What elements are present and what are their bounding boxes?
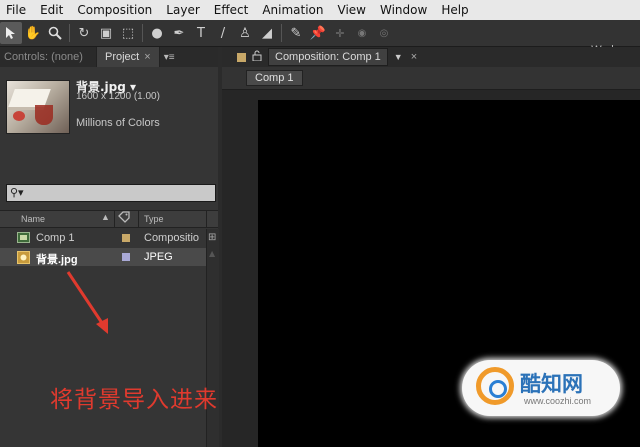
menu-help[interactable]: Help bbox=[435, 3, 476, 17]
project-item-name: Comp 1 bbox=[36, 232, 75, 244]
project-column-headers: Name ▲ Type bbox=[0, 210, 218, 228]
menu-view[interactable]: View bbox=[332, 3, 374, 17]
column-divider[interactable] bbox=[206, 211, 207, 227]
project-search-input[interactable]: ⚲▾ bbox=[6, 184, 216, 202]
project-item-name: 背景.jpg bbox=[36, 254, 78, 266]
puppet-pin-tool-icon[interactable]: 📌 bbox=[307, 22, 329, 44]
annotation-text: 将背景导入进来 bbox=[50, 387, 218, 413]
panel-menu-icon[interactable]: ▾≡ bbox=[164, 52, 175, 63]
menu-layer[interactable]: Layer bbox=[160, 3, 207, 17]
composition-label-swatch bbox=[237, 52, 246, 62]
column-divider[interactable] bbox=[138, 211, 139, 227]
eraser-tool-icon[interactable]: ◢ bbox=[256, 22, 278, 44]
camera-tool-icon[interactable]: ▣ bbox=[95, 22, 117, 44]
column-type[interactable]: Type bbox=[144, 214, 164, 224]
footage-icon bbox=[17, 251, 30, 264]
search-icon[interactable]: ⚲▾ bbox=[10, 186, 24, 199]
column-name[interactable]: Name bbox=[21, 214, 45, 224]
flowchart-icon[interactable]: ⊞ bbox=[208, 232, 216, 243]
composition-dropdown-icon[interactable]: ▼ bbox=[394, 52, 403, 62]
scroll-up-arrow-icon[interactable]: ▲ bbox=[209, 249, 215, 258]
mask-tool-icon[interactable]: ● bbox=[146, 22, 168, 44]
menu-animation[interactable]: Animation bbox=[256, 3, 331, 17]
watermark-url: www.coozhi.com bbox=[524, 396, 592, 406]
label-column-icon[interactable] bbox=[118, 211, 130, 226]
toolbar-divider bbox=[281, 24, 282, 42]
menu-composition[interactable]: Composition bbox=[71, 3, 160, 17]
watermark-logo-inner bbox=[489, 380, 507, 398]
zoom-tool-icon[interactable] bbox=[44, 22, 66, 44]
menu-window[interactable]: Window bbox=[374, 3, 435, 17]
pan-behind-tool-icon[interactable]: ⬚ bbox=[117, 22, 139, 44]
sort-ascending-icon[interactable]: ▲ bbox=[101, 212, 110, 222]
tab-project[interactable]: Project × bbox=[96, 47, 160, 67]
project-scrollbar[interactable]: ⊞ ▲ bbox=[206, 229, 219, 447]
toolbar-divider bbox=[142, 24, 143, 42]
clone-stamp-tool-icon[interactable]: ♙ bbox=[234, 22, 256, 44]
pen-tool-icon[interactable]: ✒ bbox=[168, 22, 190, 44]
tools-toolbar: ✋ ↻ ▣ ⬚ ● ✒ T / ♙ ◢ ✎ 📌 ✛ ◉ ◎ Workspac bbox=[0, 20, 640, 56]
project-item-type: Compositio bbox=[144, 232, 200, 244]
roto-brush-tool-icon[interactable]: ✎ bbox=[285, 22, 307, 44]
project-item-type: JPEG bbox=[144, 251, 173, 263]
tab-project-label: Project bbox=[105, 51, 140, 63]
column-divider[interactable] bbox=[114, 211, 115, 227]
menu-bar: File Edit Composition Layer Effect Anima… bbox=[0, 0, 640, 20]
selection-tool-icon[interactable] bbox=[0, 22, 22, 44]
project-item-row[interactable]: 背景.jpg JPEG bbox=[0, 248, 206, 266]
view-axis-icon[interactable]: ◎ bbox=[373, 22, 395, 44]
lock-icon[interactable] bbox=[252, 50, 262, 64]
project-item-row[interactable]: Comp 1 Compositio bbox=[0, 229, 206, 247]
menu-file[interactable]: File bbox=[0, 3, 34, 17]
preview-color-depth: Millions of Colors bbox=[76, 117, 160, 129]
preview-dimensions: 1600 x 1200 (1.00) bbox=[76, 91, 160, 102]
text-tool-icon[interactable]: T bbox=[190, 22, 212, 44]
close-icon[interactable]: × bbox=[144, 51, 150, 63]
hand-tool-icon[interactable]: ✋ bbox=[22, 22, 44, 44]
brush-tool-icon[interactable]: / bbox=[212, 22, 234, 44]
close-icon[interactable]: × bbox=[411, 51, 417, 63]
watermark-badge: 酷知网 www.coozhi.com bbox=[462, 360, 620, 416]
tab-composition-label: Composition: Comp 1 bbox=[275, 51, 381, 63]
axis-mode-icon[interactable]: ✛ bbox=[329, 22, 351, 44]
world-axis-icon[interactable]: ◉ bbox=[351, 22, 373, 44]
annotation-arrow-icon bbox=[66, 271, 108, 334]
composition-nav-bar: Comp 1 bbox=[222, 67, 640, 90]
footage-thumbnail bbox=[6, 80, 70, 134]
label-color-swatch[interactable] bbox=[122, 234, 130, 242]
composition-icon bbox=[17, 232, 30, 243]
rotate-tool-icon[interactable]: ↻ bbox=[73, 22, 95, 44]
thumbnail-flower-shape bbox=[13, 111, 25, 121]
composition-panel-tabs: Composition: Comp 1 ▼ × bbox=[222, 47, 640, 67]
project-panel-tabs: Controls: (none) Project × ▾≡ bbox=[0, 47, 218, 67]
tab-composition[interactable]: Composition: Comp 1 bbox=[268, 48, 388, 66]
tab-effect-controls[interactable]: Controls: (none) bbox=[0, 51, 96, 63]
menu-edit[interactable]: Edit bbox=[34, 3, 71, 17]
watermark-title: 酷知网 bbox=[520, 372, 583, 396]
thumbnail-cup-shape bbox=[35, 105, 53, 125]
toolbar-divider bbox=[69, 24, 70, 42]
composition-flow-tab[interactable]: Comp 1 bbox=[246, 70, 303, 86]
label-color-swatch[interactable] bbox=[122, 253, 130, 261]
menu-effect[interactable]: Effect bbox=[208, 3, 257, 17]
watermark-logo-icon bbox=[476, 367, 514, 405]
